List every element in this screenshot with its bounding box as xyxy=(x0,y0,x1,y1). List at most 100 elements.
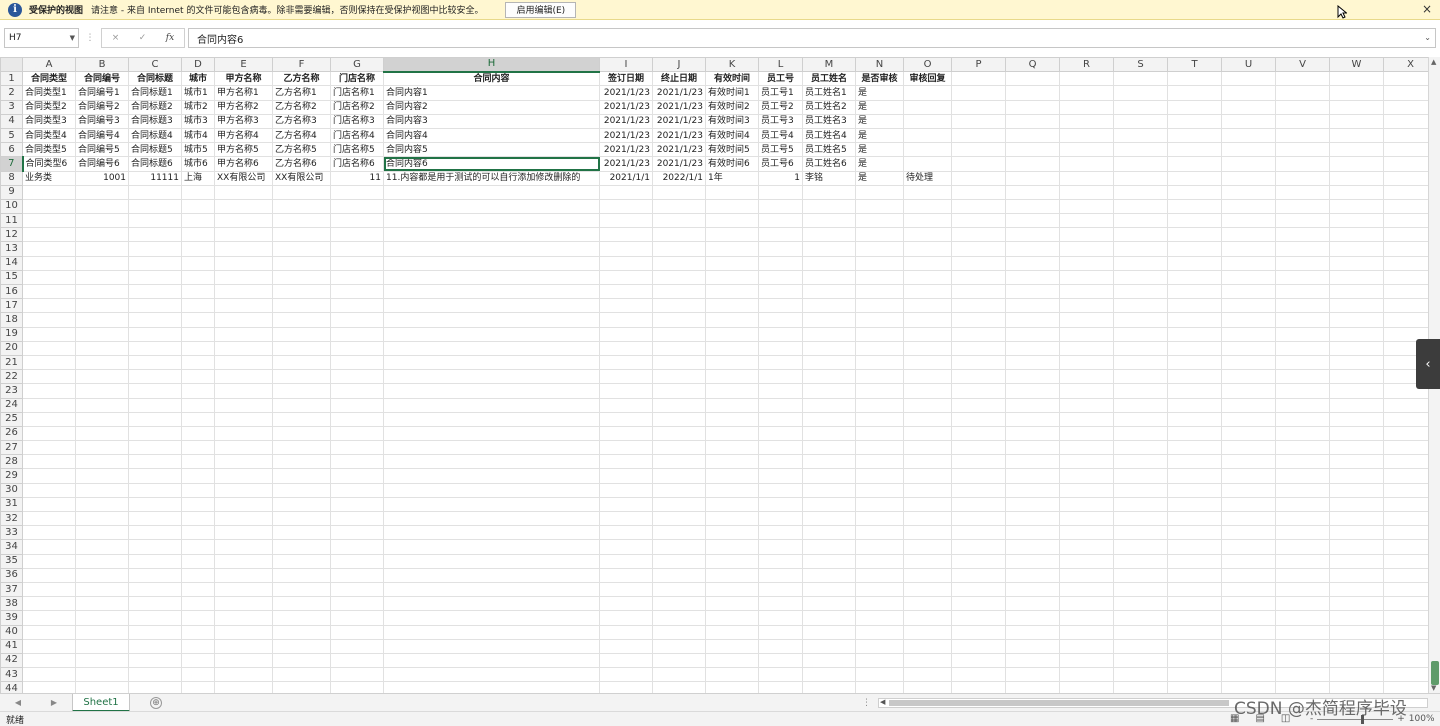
cell[interactable] xyxy=(802,610,856,626)
cell[interactable] xyxy=(214,213,273,229)
cell[interactable] xyxy=(1329,170,1384,186)
cell[interactable] xyxy=(652,482,706,498)
cell[interactable] xyxy=(330,241,384,257)
cell[interactable] xyxy=(1113,581,1168,598)
cell[interactable] xyxy=(1005,269,1060,286)
cell[interactable] xyxy=(1059,71,1114,87)
cell[interactable]: 2021/1/23 xyxy=(599,113,653,129)
cell[interactable] xyxy=(383,411,600,427)
cell[interactable] xyxy=(1005,255,1060,271)
cell[interactable] xyxy=(903,652,952,669)
cell[interactable] xyxy=(1113,127,1168,144)
cell[interactable] xyxy=(1221,184,1276,200)
cell[interactable] xyxy=(1005,539,1060,555)
cell[interactable] xyxy=(855,610,904,626)
cell[interactable] xyxy=(1167,354,1222,371)
cell[interactable]: 乙方名称5 xyxy=(272,142,331,158)
cell[interactable] xyxy=(652,312,706,328)
row-header[interactable]: 1 xyxy=(0,71,23,87)
cell[interactable] xyxy=(951,340,1006,356)
cell[interactable] xyxy=(1059,553,1114,569)
cell[interactable] xyxy=(758,525,803,541)
cell[interactable] xyxy=(1329,681,1384,693)
row-header[interactable]: 2 xyxy=(0,85,23,101)
cell[interactable] xyxy=(903,383,952,399)
cell[interactable] xyxy=(272,411,331,427)
cell[interactable]: 乙方名称1 xyxy=(272,85,331,101)
row-header[interactable]: 9 xyxy=(0,184,23,200)
cell[interactable] xyxy=(330,667,384,683)
cell[interactable] xyxy=(383,227,600,243)
cell[interactable] xyxy=(1275,71,1330,87)
cell[interactable] xyxy=(214,539,273,555)
cell[interactable] xyxy=(1275,482,1330,498)
cell[interactable] xyxy=(1167,652,1222,669)
cell[interactable] xyxy=(802,581,856,598)
cell[interactable] xyxy=(705,369,759,385)
cell[interactable] xyxy=(903,510,952,527)
cell[interactable] xyxy=(75,326,129,342)
cell[interactable] xyxy=(75,596,129,612)
cell[interactable] xyxy=(214,241,273,257)
cell[interactable] xyxy=(1167,525,1222,541)
cell[interactable] xyxy=(1005,567,1060,583)
cell[interactable] xyxy=(1005,326,1060,342)
cell[interactable] xyxy=(758,241,803,257)
cell[interactable] xyxy=(855,198,904,215)
cell[interactable] xyxy=(1059,482,1114,498)
cell[interactable] xyxy=(1275,596,1330,612)
cell[interactable] xyxy=(951,113,1006,129)
cell[interactable]: 乙方名称2 xyxy=(272,99,331,115)
column-header-l[interactable]: L xyxy=(758,57,803,73)
cell[interactable] xyxy=(1275,411,1330,427)
cell[interactable] xyxy=(1005,610,1060,626)
cell[interactable]: 城市4 xyxy=(181,127,215,144)
cell[interactable] xyxy=(758,553,803,569)
cell[interactable] xyxy=(1329,127,1384,144)
cell[interactable] xyxy=(652,454,706,470)
cell[interactable] xyxy=(75,213,129,229)
column-header-j[interactable]: J xyxy=(652,57,706,73)
cell[interactable] xyxy=(599,227,653,243)
cell[interactable] xyxy=(705,482,759,498)
row-header[interactable]: 36 xyxy=(0,567,23,583)
cell[interactable] xyxy=(22,241,76,257)
cell[interactable] xyxy=(802,184,856,200)
cell[interactable] xyxy=(75,468,129,484)
cell[interactable] xyxy=(1167,425,1222,442)
cell[interactable] xyxy=(802,241,856,257)
row-header[interactable]: 31 xyxy=(0,496,23,513)
cell[interactable] xyxy=(1005,354,1060,371)
cell[interactable] xyxy=(855,496,904,513)
cell[interactable] xyxy=(1275,241,1330,257)
cell[interactable] xyxy=(1167,312,1222,328)
cell[interactable] xyxy=(1275,269,1330,286)
cell[interactable]: 1 xyxy=(758,170,803,186)
cell[interactable] xyxy=(1329,184,1384,200)
cell[interactable] xyxy=(1383,567,1428,583)
cell[interactable] xyxy=(1383,142,1428,158)
cell[interactable] xyxy=(272,440,331,456)
cell[interactable] xyxy=(1167,397,1222,413)
cell[interactable] xyxy=(330,482,384,498)
cell[interactable] xyxy=(802,496,856,513)
cell[interactable] xyxy=(1221,482,1276,498)
column-header-i[interactable]: I xyxy=(599,57,653,73)
cell[interactable] xyxy=(652,269,706,286)
cell[interactable]: 合同类型2 xyxy=(22,99,76,115)
cell[interactable] xyxy=(1275,539,1330,555)
cell[interactable] xyxy=(1167,681,1222,693)
cell[interactable] xyxy=(1275,510,1330,527)
cell[interactable]: 合同标题 xyxy=(128,71,182,87)
cell[interactable] xyxy=(1113,142,1168,158)
cell[interactable] xyxy=(599,269,653,286)
cell[interactable] xyxy=(1059,397,1114,413)
cell[interactable] xyxy=(1113,198,1168,215)
cell[interactable] xyxy=(1005,142,1060,158)
cell[interactable] xyxy=(214,383,273,399)
cell[interactable] xyxy=(22,610,76,626)
cell[interactable] xyxy=(951,326,1006,342)
cell[interactable] xyxy=(1005,113,1060,129)
cell[interactable] xyxy=(1221,652,1276,669)
cell[interactable]: 合同标题2 xyxy=(128,99,182,115)
